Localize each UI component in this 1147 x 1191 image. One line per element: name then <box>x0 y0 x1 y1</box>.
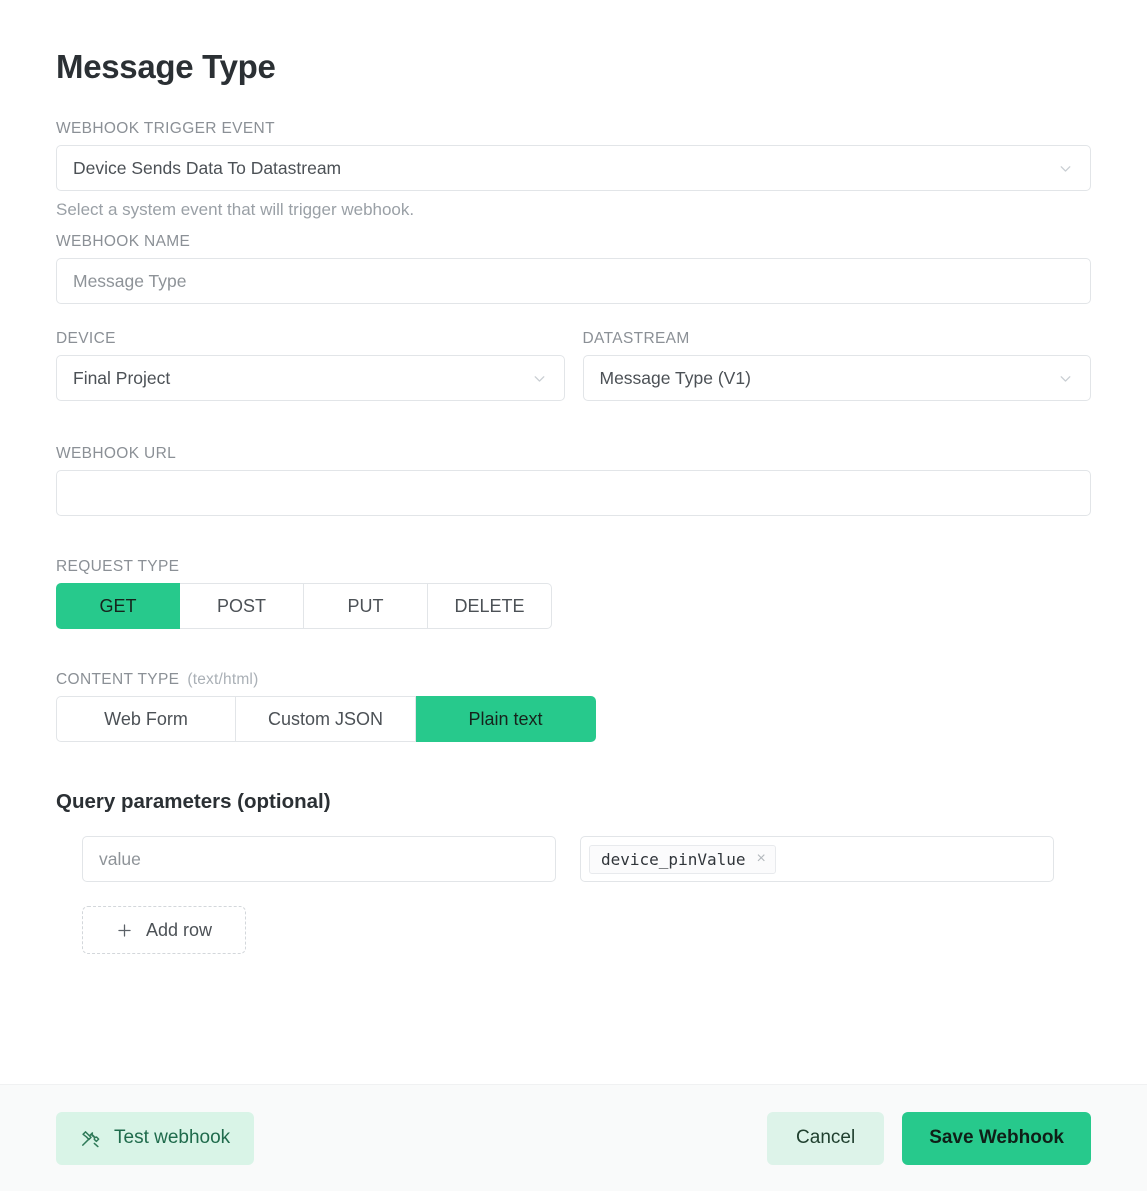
device-label: DEVICE <box>56 330 116 347</box>
webhook-url-group: WEBHOOK URL <box>56 445 1091 516</box>
page-title: Message Type <box>56 48 276 85</box>
webhook-name-label: WEBHOOK NAME <box>56 233 191 250</box>
trigger-event-label: WEBHOOK TRIGGER EVENT <box>56 120 275 137</box>
device-value: Final Project <box>73 367 171 388</box>
content-type-option-web-form[interactable]: Web Form <box>56 696 236 742</box>
content-type-segmented: Web Form Custom JSON Plain text <box>56 696 596 742</box>
webhook-url-input[interactable] <box>56 470 1091 516</box>
plus-icon <box>118 923 131 937</box>
add-row-button[interactable]: Add row <box>82 906 246 954</box>
query-parameter-key-value: value <box>99 848 141 869</box>
datastream-value: Message Type (V1) <box>599 367 751 388</box>
content-type-label: CONTENT TYPE (text/html) <box>56 671 1091 689</box>
query-parameter-token: device_pinValue × <box>589 844 776 874</box>
webhook-name-value: Message Type <box>73 270 187 291</box>
chevron-down-icon <box>1060 375 1071 382</box>
test-webhook-label: Test webhook <box>114 1127 231 1148</box>
query-parameter-value-input[interactable]: device_pinValue × <box>580 836 1054 882</box>
trigger-event-helper: Select a system event that will trigger … <box>56 200 415 219</box>
query-parameter-key-cell: value <box>82 836 556 882</box>
trigger-event-group: WEBHOOK TRIGGER EVENT Device Sends Data … <box>56 120 1091 220</box>
datastream-group: DATASTREAM Message Type (V1) <box>582 330 1091 401</box>
request-type-segmented: GET POST PUT DELETE <box>56 583 552 629</box>
content-type-label-text: CONTENT TYPE <box>56 671 180 688</box>
query-parameters-title: Query parameters (optional) <box>56 790 331 813</box>
query-parameter-row: value device_pinValue × <box>82 836 1091 882</box>
device-group: DEVICE Final Project <box>56 330 565 401</box>
remove-token-icon[interactable]: × <box>757 851 766 867</box>
device-datastream-row: DEVICE Final Project DATASTREAM Message … <box>56 330 1091 401</box>
request-type-group: REQUEST TYPE GET POST PUT DELETE <box>56 558 1091 629</box>
content-type-note: (text/html) <box>187 671 259 688</box>
form-footer: Test webhook Cancel Save Webhook <box>0 1084 1147 1191</box>
request-type-option-get[interactable]: GET <box>56 583 180 629</box>
request-type-label: REQUEST TYPE <box>56 558 180 575</box>
request-type-option-post[interactable]: POST <box>180 583 304 629</box>
add-row-label: Add row <box>145 919 213 940</box>
save-webhook-button[interactable]: Save Webhook <box>902 1111 1091 1165</box>
webhook-url-label: WEBHOOK URL <box>56 445 177 462</box>
request-type-option-delete[interactable]: DELETE <box>428 583 552 629</box>
datastream-label: DATASTREAM <box>582 330 690 347</box>
device-select[interactable]: Final Project <box>56 355 565 401</box>
content-type-option-custom-json[interactable]: Custom JSON <box>236 696 416 742</box>
webhook-name-group: WEBHOOK NAME Message Type <box>56 233 1091 304</box>
datastream-select[interactable]: Message Type (V1) <box>582 355 1091 401</box>
test-webhook-button[interactable]: Test webhook <box>56 1111 255 1165</box>
query-parameter-value-cell: device_pinValue × <box>580 836 1054 882</box>
query-parameters-section: Query parameters (optional) value device… <box>56 790 1091 954</box>
webhook-name-input[interactable]: Message Type <box>56 258 1091 304</box>
chevron-down-icon <box>1060 165 1071 172</box>
query-parameters-rows: value device_pinValue × <box>56 836 1091 882</box>
trigger-event-value: Device Sends Data To Datastream <box>73 157 342 178</box>
footer-actions: Cancel Save Webhook <box>767 1111 1091 1165</box>
chevron-down-icon <box>534 375 544 382</box>
content-type-group: CONTENT TYPE (text/html) Web Form Custom … <box>56 671 1091 742</box>
tools-icon <box>82 1130 100 1147</box>
query-parameter-key-input[interactable]: value <box>82 836 556 882</box>
webhook-editor-form: Message Type WEBHOOK TRIGGER EVENT Devic… <box>0 0 1147 954</box>
content-type-option-plain-text[interactable]: Plain text <box>416 696 596 742</box>
trigger-event-select[interactable]: Device Sends Data To Datastream <box>56 145 1091 191</box>
cancel-button[interactable]: Cancel <box>767 1111 885 1165</box>
request-type-option-put[interactable]: PUT <box>304 583 428 629</box>
query-parameter-token-label: device_pinValue <box>601 849 746 869</box>
